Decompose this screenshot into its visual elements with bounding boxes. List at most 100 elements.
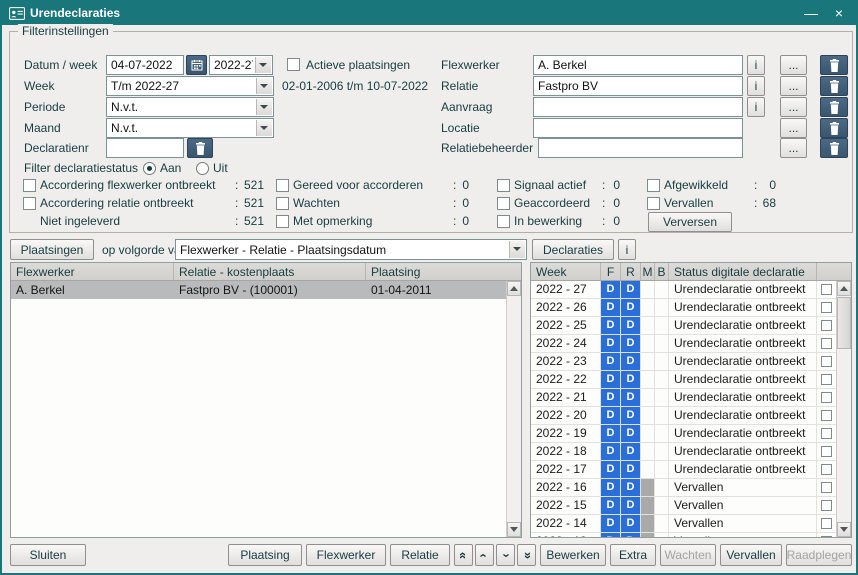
relatie-clear-button[interactable] — [820, 76, 848, 96]
row-select-cell[interactable] — [817, 479, 836, 496]
radio-aan[interactable] — [143, 162, 156, 175]
sort-select[interactable]: Flexwerker - Relatie - Plaatsingsdatum — [175, 239, 527, 260]
week-number-select[interactable]: 2022-27 — [209, 55, 273, 75]
periode-select[interactable]: N.v.t. — [106, 97, 274, 117]
move-next-button[interactable]: ‹ — [496, 544, 515, 566]
checkbox-geaccordeerd[interactable] — [497, 197, 510, 210]
declaraties-section-button[interactable]: Declaraties — [532, 239, 614, 260]
checkbox-accordering-relatie-ontbreekt[interactable] — [23, 197, 36, 210]
checkbox-accordering-flexwerker-ontbreekt[interactable] — [23, 179, 36, 192]
row-select-cell[interactable] — [817, 443, 836, 460]
flexwerker-button[interactable]: Flexwerker — [306, 544, 386, 566]
row-select-cell[interactable] — [817, 281, 836, 298]
calendar-button[interactable] — [186, 55, 207, 75]
relatiebeheerder-clear-button[interactable] — [820, 138, 848, 158]
declaratie-row[interactable]: 2022 - 20DDUrendeclaratie ontbreekt — [531, 407, 836, 425]
plaatsing-row[interactable]: A. Berkel Fastpro BV - (100001) 01-04-20… — [11, 281, 506, 299]
datum-input[interactable] — [106, 55, 184, 75]
checkbox-met-opmerking[interactable] — [276, 215, 289, 228]
radio-uit[interactable] — [196, 162, 209, 175]
verversen-button[interactable]: Verversen — [648, 212, 732, 232]
checkbox-gereed-voor-accorderen[interactable] — [276, 179, 289, 192]
row-checkbox[interactable] — [821, 320, 832, 331]
locatie-input[interactable] — [533, 118, 743, 138]
move-last-button[interactable]: « — [517, 544, 536, 566]
row-checkbox[interactable] — [821, 284, 832, 295]
column-header-plaatsing[interactable]: Plaatsing — [366, 263, 521, 280]
bewerken-button[interactable]: Bewerken — [540, 544, 606, 566]
column-header-b[interactable]: B — [655, 263, 669, 280]
row-checkbox[interactable] — [821, 446, 832, 457]
row-checkbox[interactable] — [821, 518, 832, 529]
week-tm-select[interactable]: T/m 2022-27 — [106, 76, 274, 96]
column-header-status[interactable]: Status digitale declaratie — [669, 263, 817, 280]
scroll-down-button[interactable] — [837, 522, 851, 537]
column-header-relatie-kostenplaats[interactable]: Relatie - kostenplaats — [174, 263, 366, 280]
row-select-cell[interactable] — [817, 497, 836, 514]
aanvraag-browse-button[interactable]: ... — [780, 97, 807, 117]
declaratie-row[interactable]: 2022 - 18DDUrendeclaratie ontbreekt — [531, 443, 836, 461]
row-checkbox[interactable] — [821, 536, 832, 537]
relatie-info-button[interactable]: i — [747, 76, 765, 96]
locatie-clear-button[interactable] — [820, 118, 848, 138]
row-select-cell[interactable] — [817, 317, 836, 334]
plaatsingen-section-button[interactable]: Plaatsingen — [10, 239, 94, 260]
aanvraag-clear-button[interactable] — [820, 97, 848, 117]
flexwerker-browse-button[interactable]: ... — [780, 55, 807, 75]
row-checkbox[interactable] — [821, 428, 832, 439]
column-header-m[interactable]: M — [641, 263, 655, 280]
declaratie-row[interactable]: 2022 - 25DDUrendeclaratie ontbreekt — [531, 317, 836, 335]
relatiebeheerder-input[interactable] — [538, 138, 743, 158]
declaratie-row[interactable]: 2022 - 23DDUrendeclaratie ontbreekt — [531, 353, 836, 371]
aanvraag-input[interactable] — [533, 97, 743, 117]
row-select-cell[interactable] — [817, 515, 836, 532]
locatie-browse-button[interactable]: ... — [780, 118, 807, 138]
scroll-down-button[interactable] — [507, 522, 521, 537]
row-checkbox[interactable] — [821, 338, 832, 349]
checkbox-afgewikkeld[interactable] — [647, 179, 660, 192]
move-first-button[interactable]: « — [454, 544, 473, 566]
row-checkbox[interactable] — [821, 410, 832, 421]
checkbox-in-bewerking[interactable] — [497, 215, 510, 228]
row-checkbox[interactable] — [821, 392, 832, 403]
row-checkbox[interactable] — [821, 500, 832, 511]
aanvraag-info-button[interactable]: i — [747, 97, 765, 117]
relatie-browse-button[interactable]: ... — [780, 76, 807, 96]
declaratie-row[interactable]: 2022 - 15DDVervallen — [531, 497, 836, 515]
relatie-button[interactable]: Relatie — [390, 544, 450, 566]
declaratie-row[interactable]: 2022 - 24DDUrendeclaratie ontbreekt — [531, 335, 836, 353]
row-checkbox[interactable] — [821, 464, 832, 475]
flexwerker-clear-button[interactable] — [820, 55, 848, 75]
row-checkbox[interactable] — [821, 374, 832, 385]
column-header-week[interactable]: Week — [531, 263, 601, 280]
move-previous-button[interactable]: ‹ — [475, 544, 494, 566]
scroll-thumb[interactable] — [837, 297, 851, 349]
relatiebeheerder-browse-button[interactable]: ... — [780, 138, 807, 158]
checkbox-vervallen[interactable] — [647, 197, 660, 210]
column-header-flexwerker[interactable]: Flexwerker — [11, 263, 174, 280]
declaratie-row[interactable]: 2022 - 14DDVervallen — [531, 515, 836, 533]
column-header-f[interactable]: F — [601, 263, 621, 280]
declaratie-row[interactable]: 2022 - 22DDUrendeclaratie ontbreekt — [531, 371, 836, 389]
declaratienr-input[interactable] — [106, 138, 184, 158]
row-checkbox[interactable] — [821, 356, 832, 367]
row-checkbox[interactable] — [821, 302, 832, 313]
vertical-scrollbar[interactable] — [836, 281, 851, 537]
row-select-cell[interactable] — [817, 353, 836, 370]
declaraties-info-button[interactable]: i — [618, 239, 636, 260]
row-select-cell[interactable] — [817, 533, 836, 537]
checkbox-signaal-actief[interactable] — [497, 179, 510, 192]
vervallen-button[interactable]: Vervallen — [720, 544, 782, 566]
declaratie-row[interactable]: 2022 - 26DDUrendeclaratie ontbreekt — [531, 299, 836, 317]
declaratie-row[interactable]: 2022 - 16DDVervallen — [531, 479, 836, 497]
row-select-cell[interactable] — [817, 425, 836, 442]
scroll-up-button[interactable] — [837, 281, 851, 296]
extra-button[interactable]: Extra — [610, 544, 656, 566]
flexwerker-input[interactable] — [533, 55, 743, 75]
actieve-plaatsingen-checkbox[interactable] — [287, 58, 300, 71]
column-header-r[interactable]: R — [621, 263, 641, 280]
checkbox-wachten[interactable] — [276, 197, 289, 210]
row-select-cell[interactable] — [817, 299, 836, 316]
declaratienr-clear-button[interactable] — [187, 138, 213, 158]
declaratie-row[interactable]: 2022 - 17DDUrendeclaratie ontbreekt — [531, 461, 836, 479]
